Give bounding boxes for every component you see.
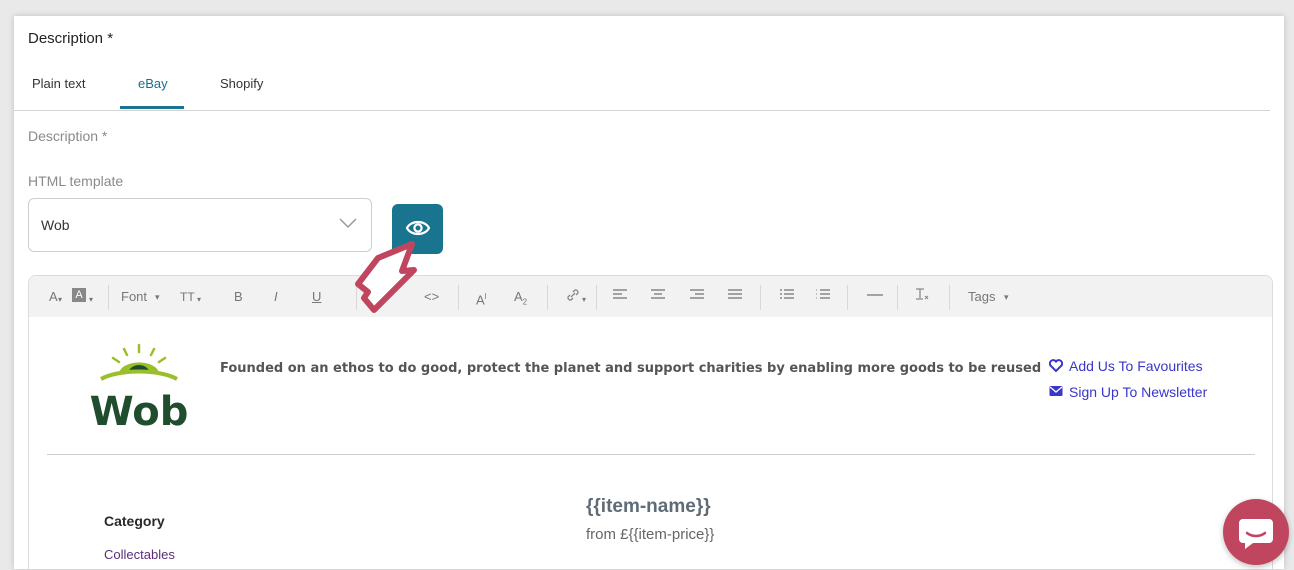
subscript-button[interactable]: A2 — [514, 287, 527, 307]
font-menu[interactable]: Font — [121, 287, 147, 307]
toolbar-separator — [897, 285, 898, 310]
superscript-button[interactable]: Al — [476, 287, 486, 307]
align-justify-icon[interactable] — [728, 287, 742, 307]
align-center-icon[interactable] — [651, 287, 665, 307]
logo-text: Wob — [90, 389, 189, 433]
hand-pointer-icon — [355, 241, 417, 313]
superscript-label: A — [476, 292, 485, 308]
align-left-icon[interactable] — [613, 287, 627, 307]
bold-button[interactable]: B — [234, 287, 243, 307]
clear-formatting-icon[interactable] — [915, 287, 929, 307]
horizontal-rule-icon[interactable] — [867, 287, 883, 307]
link-caret-icon: ▾ — [582, 295, 587, 304]
toolbar-separator — [458, 285, 459, 310]
font-size-caret-icon: ▾ — [197, 295, 202, 304]
newsletter-signup-link[interactable]: Sign Up To Newsletter — [1049, 384, 1207, 410]
chat-widget-button[interactable] — [1223, 499, 1289, 565]
html-template-select[interactable]: Wob — [28, 198, 372, 252]
description-label: Description * — [28, 128, 108, 144]
toolbar-separator — [108, 285, 109, 310]
numbered-list-icon[interactable] — [815, 287, 830, 307]
add-to-favourites-link[interactable]: Add Us To Favourites — [1049, 358, 1207, 384]
rich-text-editor: A ▾ A ▾ Font ▾ TT ▾ B I U <> Al A2 ▾ Tag… — [28, 275, 1273, 569]
toolbar-separator — [760, 285, 761, 310]
font-caret-icon: ▾ — [155, 292, 160, 302]
tags-caret-icon: ▾ — [1004, 292, 1009, 302]
editor-content[interactable]: Wob Founded on an ethos to do good, prot… — [29, 317, 1272, 569]
tags-menu[interactable]: Tags — [968, 287, 995, 307]
tab-plain-text[interactable]: Plain text — [32, 76, 85, 91]
align-right-icon[interactable] — [690, 287, 704, 307]
description-card: Description * Plain text eBay Shopify De… — [14, 16, 1284, 569]
link-icon[interactable] — [565, 287, 581, 307]
item-price-placeholder: from £{{item-price}} — [586, 526, 715, 543]
font-color-button[interactable]: A — [49, 287, 58, 307]
description-tabs: Plain text eBay Shopify — [14, 72, 1270, 111]
subscript-label: A — [514, 289, 523, 304]
bullet-list-icon[interactable] — [780, 287, 794, 307]
editor-toolbar: A ▾ A ▾ Font ▾ TT ▾ B I U <> Al A2 ▾ Tag… — [29, 276, 1272, 318]
active-tab-indicator — [120, 106, 184, 109]
background-color-button[interactable]: A — [72, 288, 86, 302]
toolbar-separator — [547, 285, 548, 310]
category-label: Category — [104, 513, 165, 529]
chat-bubble-icon — [1239, 519, 1273, 549]
background-color-caret-icon: ▾ — [89, 295, 94, 304]
item-name-placeholder: {{item-name}} — [586, 496, 711, 517]
chevron-down-icon — [339, 218, 357, 229]
toolbar-separator — [596, 285, 597, 310]
template-divider — [47, 454, 1255, 455]
template-side-links: Add Us To Favourites Sign Up To Newslett… — [1049, 358, 1207, 410]
underline-button[interactable]: U — [312, 287, 321, 307]
newsletter-signup-label: Sign Up To Newsletter — [1069, 384, 1208, 400]
template-tagline: Founded on an ethos to do good, protect … — [220, 361, 1042, 376]
html-template-label: HTML template — [28, 173, 124, 189]
wob-logo: Wob — [90, 343, 189, 433]
add-to-favourites-label: Add Us To Favourites — [1069, 358, 1203, 374]
category-value-link[interactable]: Collectables — [104, 547, 175, 562]
heart-icon — [1049, 359, 1063, 372]
tab-ebay[interactable]: eBay — [138, 76, 168, 91]
section-title: Description * — [28, 30, 114, 47]
tab-shopify[interactable]: Shopify — [220, 76, 263, 91]
html-template-value: Wob — [41, 217, 70, 233]
toolbar-separator — [949, 285, 950, 310]
toolbar-separator — [847, 285, 848, 310]
font-color-caret-icon: ▾ — [58, 295, 63, 304]
font-size-button[interactable]: TT — [180, 287, 195, 307]
envelope-icon — [1049, 386, 1063, 396]
italic-button[interactable]: I — [274, 287, 278, 307]
